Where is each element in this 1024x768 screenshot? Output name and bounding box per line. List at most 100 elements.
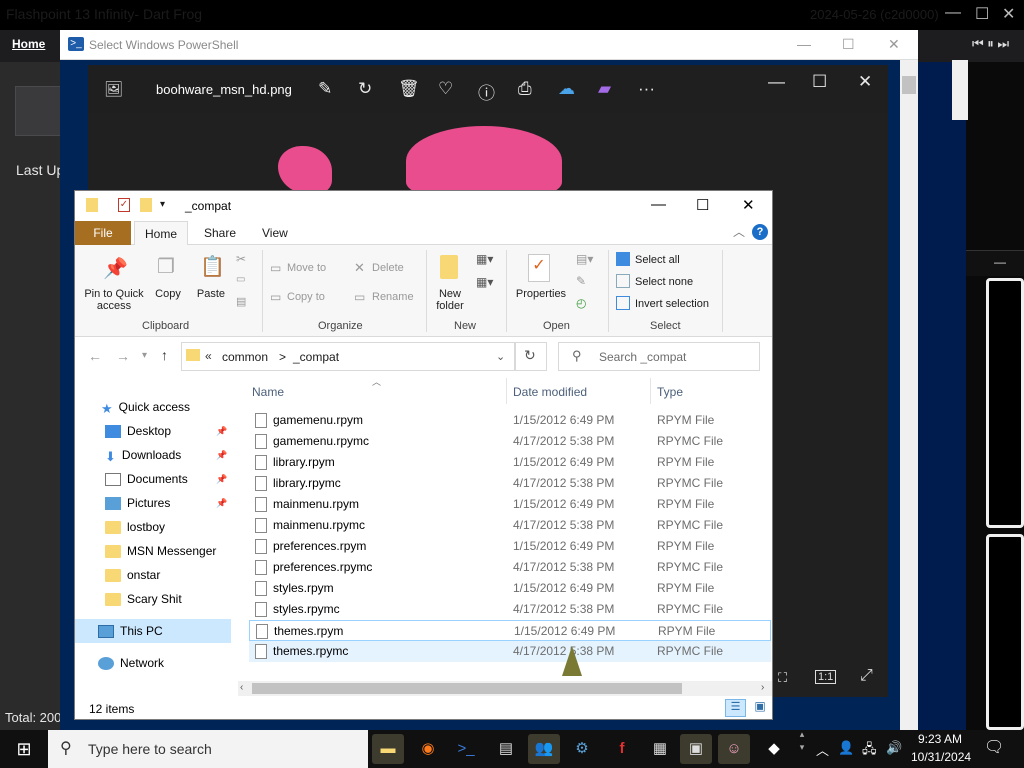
tab-home[interactable]: Home: [134, 221, 188, 246]
table-row[interactable]: mainmenu.rpymc 4/17/2012 5:38 PM RPYMC Fil…: [249, 515, 771, 536]
up-icon[interactable]: ↑: [161, 347, 168, 363]
flash-icon[interactable]: f: [606, 734, 638, 764]
table-row[interactable]: gamemenu.rpym 1/15/2012 6:49 PM RPYM File: [249, 410, 771, 431]
app-icon[interactable]: ▦: [644, 734, 676, 764]
move-to-button[interactable]: Move to: [287, 262, 326, 274]
pin-icon[interactable]: 📌: [216, 426, 227, 437]
table-row[interactable]: preferences.rpym 1/15/2012 6:49 PM RPYM Fi…: [249, 536, 771, 557]
show-hidden-icons[interactable]: ︿: [816, 740, 829, 759]
flashpoint-game-card[interactable]: [986, 278, 1024, 528]
breadcrumb-common[interactable]: common: [222, 350, 268, 364]
table-row[interactable]: library.rpymc 4/17/2012 5:38 PM RPYMC File: [249, 473, 771, 494]
scrollbar-thumb[interactable]: [252, 683, 682, 694]
msn-tray-icon[interactable]: 👤: [838, 740, 854, 756]
select-all-button[interactable]: Select all: [635, 254, 680, 266]
nav-quick-access[interactable]: ★ Quick access: [101, 400, 190, 416]
table-row[interactable]: library.rpym 1/15/2012 6:49 PM RPYM File: [249, 452, 771, 473]
table-row[interactable]: styles.rpym 1/15/2012 6:49 PM RPYM File: [249, 578, 771, 599]
nav-msn-messenger[interactable]: MSN Messenger: [105, 544, 216, 559]
more-icon[interactable]: ···: [638, 79, 655, 99]
help-icon[interactable]: ?: [752, 224, 768, 240]
game-controller-icon[interactable]: ⚙: [566, 734, 598, 764]
close-icon[interactable]: ✕: [1002, 4, 1015, 24]
scrollbar[interactable]: [952, 60, 968, 120]
tab-view[interactable]: View: [262, 226, 288, 240]
onedrive-icon[interactable]: ☁: [558, 79, 575, 99]
powershell-scrollbar[interactable]: [900, 60, 918, 730]
media-controls-icon[interactable]: ⏮ ⏸ ⏭: [972, 36, 1009, 52]
breadcrumb-overflow[interactable]: «: [205, 349, 212, 363]
network-tray-icon[interactable]: 🖧: [862, 740, 877, 762]
breadcrumb-separator[interactable]: >: [279, 350, 286, 364]
close-icon[interactable]: ✕: [888, 36, 900, 53]
minimize-icon[interactable]: —: [651, 196, 666, 213]
nav-downloads[interactable]: ⬇ Downloads: [105, 448, 181, 464]
clock-time[interactable]: 9:23 AM: [918, 732, 962, 746]
open-icon[interactable]: ▤▾: [576, 252, 593, 266]
customize-toolbar-icon[interactable]: ▾: [160, 199, 165, 210]
back-icon[interactable]: ←: [88, 348, 102, 364]
chevron-down-icon[interactable]: ⌄: [496, 350, 505, 363]
forward-icon[interactable]: →: [116, 348, 130, 364]
invert-selection-button[interactable]: Invert selection: [635, 298, 709, 310]
windows-start-icon[interactable]: ⊞: [0, 730, 48, 768]
flashpoint-game-card[interactable]: [986, 534, 1024, 730]
select-none-button[interactable]: Select none: [635, 276, 693, 288]
nav-network[interactable]: Network: [98, 656, 164, 671]
firefox-icon[interactable]: ◉: [412, 734, 444, 764]
nav-scary-shit[interactable]: Scary Shit: [105, 592, 182, 607]
nav-lostboy[interactable]: lostboy: [105, 520, 165, 535]
rotate-icon[interactable]: ↻: [358, 79, 372, 99]
maximize-icon[interactable]: ☐: [842, 36, 855, 53]
delete-icon[interactable]: 🗑: [398, 79, 420, 99]
new-item-icon[interactable]: ▦▾: [476, 252, 493, 266]
app-icon[interactable]: ▣: [680, 734, 712, 764]
table-row[interactable]: gamemenu.rpymc 4/17/2012 5:38 PM RPYMC Fil…: [249, 431, 771, 452]
cut-icon[interactable]: ✂: [236, 252, 246, 266]
character-app-icon[interactable]: ☺: [718, 734, 750, 764]
minimize-icon[interactable]: —: [768, 72, 785, 92]
tab-share[interactable]: Share: [204, 226, 236, 240]
scrollbar-thumb[interactable]: [902, 76, 916, 94]
recent-locations-icon[interactable]: ▾: [142, 350, 147, 361]
delete-button[interactable]: Delete: [372, 262, 404, 274]
table-row[interactable]: preferences.rpymc 4/17/2012 5:38 PM RPYMC …: [249, 557, 771, 578]
paste-button[interactable]: Paste: [193, 288, 229, 300]
close-icon[interactable]: ✕: [742, 196, 755, 214]
clipchamp-icon[interactable]: ▰: [598, 79, 611, 99]
maximize-icon[interactable]: ☐: [812, 72, 827, 92]
column-header-date[interactable]: Date modified: [513, 385, 587, 399]
maximize-icon[interactable]: ☐: [696, 196, 709, 214]
print-icon[interactable]: ⎙: [518, 79, 532, 99]
powershell-taskbar-icon[interactable]: >_: [450, 734, 482, 764]
copy-to-button[interactable]: Copy to: [287, 291, 325, 303]
table-row[interactable]: styles.rpymc 4/17/2012 5:38 PM RPYMC File: [249, 599, 771, 620]
column-divider[interactable]: [650, 378, 651, 404]
history-icon[interactable]: ◴: [576, 296, 586, 310]
new-folder-icon[interactable]: [140, 198, 152, 212]
new-folder-button[interactable]: New folder: [430, 288, 470, 312]
easy-access-icon[interactable]: ▦▾: [476, 275, 493, 289]
edit-icon[interactable]: ✎: [318, 79, 332, 99]
edit-icon[interactable]: ✎: [576, 274, 586, 288]
maximize-icon[interactable]: ☐: [975, 4, 989, 24]
nav-this-pc[interactable]: This PC: [98, 624, 163, 639]
file-explorer-icon[interactable]: ▬: [372, 734, 404, 764]
clock-date[interactable]: 10/31/2024: [911, 750, 971, 764]
scroll-right-icon[interactable]: ›: [761, 682, 764, 693]
nav-pictures[interactable]: Pictures: [105, 496, 170, 511]
copy-button[interactable]: Copy: [152, 288, 184, 300]
nav-documents[interactable]: Documents: [105, 472, 188, 487]
pin-to-quick-access-button[interactable]: Pin to Quick access: [80, 288, 148, 312]
column-divider[interactable]: [506, 378, 507, 404]
large-icons-view-icon[interactable]: ▣: [750, 699, 770, 717]
pin-icon[interactable]: 📌: [216, 498, 227, 509]
msn-icon[interactable]: 👥: [528, 734, 560, 764]
app-window-icon[interactable]: ▤: [490, 734, 522, 764]
rename-button[interactable]: Rename: [372, 291, 414, 303]
fit-window-icon[interactable]: ⛶: [778, 670, 787, 686]
copy-path-icon[interactable]: ▭: [236, 274, 245, 285]
collapse-ribbon-icon[interactable]: ︿: [733, 223, 745, 240]
fullscreen-icon[interactable]: ⤢: [860, 667, 873, 685]
details-view-icon[interactable]: ☰: [725, 699, 746, 717]
